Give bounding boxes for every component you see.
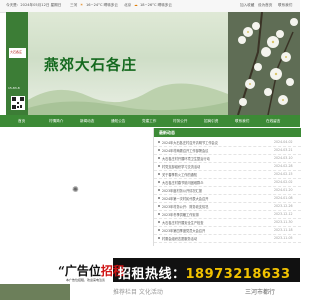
banner-side-panel: 大石各庄 15-83-8 (6, 12, 28, 115)
hills-graphic (28, 83, 228, 115)
news-item[interactable]: 村委会组织志愿服务活动 2023-11-05 (154, 234, 301, 243)
ad-subtitle: 本广告位招租，欢迎来电洽谈 (66, 278, 106, 282)
news-panel: 最新动态 2024年大石各庄村召开清明节工作会议 2024-04-02 2024年… (153, 128, 301, 246)
main-nav: 首页 村情简介 新闻动态 通知公告 党建工作 村务公开 招商引资 联系我们 在线… (0, 115, 300, 127)
flower-photo (228, 12, 300, 115)
site-title: 燕郊大石各庄 (44, 57, 137, 74)
add-favorite-link[interactable]: 加入收藏 (240, 3, 254, 8)
bottom-right-caption: 三河市都行 (245, 289, 276, 296)
bottom-photo (0, 284, 70, 300)
contact-link[interactable]: 联系我们 (278, 3, 292, 8)
set-homepage-link[interactable]: 设为首页 (258, 3, 272, 8)
nav-item-news[interactable]: 新闻动态 (80, 119, 94, 124)
weather-city-1: 三河 (70, 3, 78, 7)
weather-cloud-icon: ☁ (134, 3, 138, 7)
nav-item-party[interactable]: 党建工作 (142, 119, 156, 124)
loading-spinner-icon: ✺ (72, 185, 79, 194)
header-banner: 大石各庄 15-83-8 燕郊大石各庄 (6, 12, 300, 115)
news-title: 最新动态 (159, 130, 175, 135)
nav-item-notice[interactable]: 通知公告 (111, 119, 125, 124)
nav-item-affairs[interactable]: 村务公开 (173, 119, 187, 124)
date-text: 今天是：2024年05月12日 星期日 (6, 3, 62, 7)
nav-item-investment[interactable]: 招商引资 (204, 119, 218, 124)
weather-text-1: 16~24°C 晴转多云 (86, 3, 118, 7)
nav-item-about[interactable]: 村情简介 (49, 119, 63, 124)
nav-item-contact[interactable]: 联系我们 (235, 119, 249, 124)
nav-item-home[interactable]: 首页 (18, 119, 25, 124)
nav-item-message[interactable]: 在线留言 (266, 119, 280, 124)
site-logo: 大石各庄 (9, 48, 26, 58)
bottom-caption: 推荐栏目 文化活动 (113, 289, 163, 296)
weather-sun-icon: ☀ (80, 3, 84, 7)
news-header: 最新动态 (154, 128, 301, 137)
ad-phone: 招租热线：18973218633 (118, 267, 291, 282)
weather-city-2: 北京 (124, 3, 132, 7)
weather-text-2: 18~26°C 晴转多云 (140, 3, 172, 7)
qr-code-icon (11, 96, 25, 110)
phone-label: 15-83-8 (8, 86, 20, 90)
